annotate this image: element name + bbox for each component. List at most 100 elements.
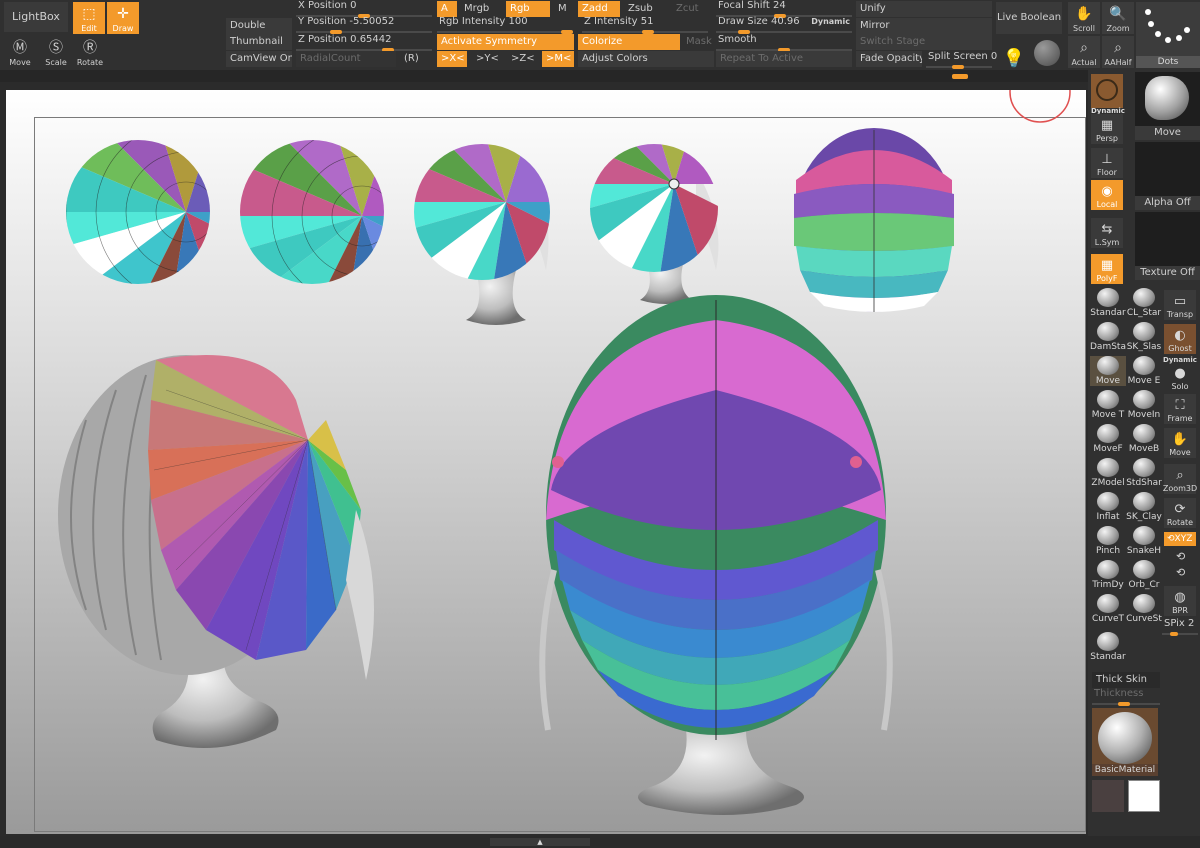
main-color-swatch[interactable]	[1128, 780, 1160, 812]
aahalf-button[interactable]: ⌕ AAHalf	[1102, 36, 1134, 68]
brush-sk-clay[interactable]: SK_Clay	[1126, 492, 1162, 522]
scroll-button[interactable]: ✋ Scroll	[1068, 2, 1100, 34]
xyz-toggle[interactable]: ⟲XYZ	[1164, 532, 1196, 546]
brush-movef[interactable]: MoveF	[1090, 424, 1126, 454]
colorize-button[interactable]: Colorize	[578, 34, 680, 50]
sym-x-button[interactable]: >X<	[437, 51, 467, 67]
polyf-button[interactable]: ▦ PolyF	[1091, 254, 1123, 284]
ghost-button[interactable]: ◐ Ghost	[1164, 324, 1196, 354]
sym-y-button[interactable]: >Y<	[472, 51, 502, 67]
z-intensity-slider[interactable]: Z Intensity 51	[582, 16, 708, 34]
m-button[interactable]: M	[554, 1, 572, 17]
solo-button[interactable]: ● Solo	[1164, 362, 1196, 392]
brush-move-elastic[interactable]: Move E	[1126, 356, 1162, 386]
thumbnail-button[interactable]: Thumbnail	[226, 34, 292, 50]
brush-pinch-label: Pinch	[1095, 546, 1121, 556]
brush-move-topological[interactable]: Move T	[1090, 390, 1126, 420]
brush-damstandard-icon	[1097, 322, 1119, 341]
switch-stage-button[interactable]: Switch Stage	[856, 34, 992, 50]
brush-snakehook[interactable]: SnakeH	[1126, 526, 1162, 556]
move-view-button[interactable]: ✋ Move	[1164, 428, 1196, 458]
rotate-button[interactable]: Ⓡ Rotate	[74, 36, 106, 68]
a-button[interactable]: A	[437, 1, 457, 17]
thickness-slider[interactable]: Thickness	[1092, 688, 1160, 706]
move-button[interactable]: Ⓜ Move	[4, 36, 36, 68]
brush-standard-2[interactable]: Standar	[1090, 632, 1126, 662]
secondary-color-swatch[interactable]	[1092, 780, 1124, 812]
y-position-slider[interactable]: Y Position -5.50052	[296, 16, 432, 34]
rgb-button[interactable]: Rgb	[506, 1, 550, 17]
canvas-viewport[interactable]	[6, 90, 1086, 834]
brush-standard[interactable]: Standar	[1090, 288, 1126, 318]
zcut-button[interactable]: Zcut	[672, 1, 708, 17]
persp-button[interactable]: ▦ Persp	[1091, 114, 1123, 144]
brush-stdsharp[interactable]: StdShar	[1126, 458, 1162, 488]
transp-button[interactable]: ▭ Transp	[1164, 290, 1196, 320]
material-selector[interactable]: BasicMaterial	[1092, 708, 1158, 776]
frame-button[interactable]: ⛶ Frame	[1164, 394, 1196, 424]
sym-z-button[interactable]: >Z<	[507, 51, 537, 67]
lsym-button[interactable]: ⇆ L.Sym	[1091, 218, 1123, 248]
edit-button[interactable]: ⬚ Edit	[73, 2, 105, 34]
zsub-button[interactable]: Zsub	[624, 1, 668, 17]
brush-thumbnail[interactable]: Move	[1135, 72, 1200, 140]
bpr-button[interactable]: ◍ BPR	[1164, 586, 1196, 616]
brush-damstandard[interactable]: DamSta	[1090, 322, 1126, 352]
rgb-intensity-slider[interactable]: Rgb Intensity 100	[437, 16, 573, 34]
zadd-button[interactable]: Zadd	[578, 1, 620, 17]
zoom-button[interactable]: 🔍 Zoom	[1102, 2, 1134, 34]
scale-button[interactable]: Ⓢ Scale	[40, 36, 72, 68]
split-screen-slider[interactable]: Split Screen 0	[926, 51, 997, 69]
z-position-slider[interactable]: Z Position 0.65442	[296, 34, 432, 52]
texture-thumbnail[interactable]: Texture Off	[1135, 212, 1200, 280]
brush-pinch[interactable]: Pinch	[1090, 526, 1126, 556]
rotate-y-icon[interactable]: ⟲	[1176, 550, 1185, 563]
activate-symmetry-button[interactable]: Activate Symmetry	[437, 34, 574, 50]
dynamic-persp-toggle[interactable]	[1091, 74, 1123, 108]
lightbox-button[interactable]: LightBox	[4, 2, 68, 32]
live-boolean-button[interactable]: Live Boolean	[996, 2, 1062, 34]
mask-button[interactable]: Mask	[682, 34, 712, 50]
draw-button[interactable]: ✛ Draw	[107, 2, 139, 34]
brush-sk-slash[interactable]: SK_Slas	[1126, 322, 1162, 352]
zoom3d-button[interactable]: ⌕ Zoom3D	[1163, 464, 1197, 494]
unify-button[interactable]: Unify	[856, 1, 992, 17]
thick-skin-toggle[interactable]: Thick Skin	[1092, 672, 1160, 688]
brush-inflat[interactable]: Inflat	[1090, 492, 1126, 522]
smooth-slider[interactable]: Smooth	[716, 34, 852, 52]
brush-zmodeler[interactable]: ZModel	[1090, 458, 1126, 488]
radial-count-slider[interactable]: RadialCount	[296, 51, 396, 67]
texture-thumbnail-label: Texture Off	[1135, 266, 1200, 280]
fade-opacity-button[interactable]: Fade Opacity	[856, 51, 922, 67]
lightbulb-button[interactable]: 💡	[998, 38, 1030, 70]
brush-orb-cracks[interactable]: Orb_Cr	[1126, 560, 1162, 590]
brush-curvetube[interactable]: CurveT	[1090, 594, 1126, 624]
floor-button[interactable]: ⊥ Floor	[1091, 148, 1123, 178]
local-button[interactable]: ◉ Local	[1091, 180, 1123, 210]
draw-size-slider[interactable]: Draw Size 40.96 Dynamic	[716, 16, 852, 34]
brush-moveb[interactable]: MoveB	[1126, 424, 1162, 454]
mirror-button[interactable]: Mirror	[856, 18, 992, 34]
mrgb-button[interactable]: Mrgb	[460, 1, 502, 17]
bottom-tray-toggle[interactable]: ▲	[490, 838, 590, 846]
radial-r-button[interactable]: (R)	[400, 51, 430, 67]
repeat-to-active-button[interactable]: Repeat To Active	[716, 51, 852, 67]
double-button[interactable]: Double	[226, 18, 292, 34]
rotate-z-icon[interactable]: ⟲	[1176, 566, 1185, 579]
alpha-thumbnail[interactable]: Alpha Off	[1135, 142, 1200, 210]
spix-slider[interactable]: SPix 2	[1162, 618, 1198, 636]
dynamic-size-toggle[interactable]: Dynamic	[811, 17, 850, 26]
brush-trimdynamic[interactable]: TrimDy	[1090, 560, 1126, 590]
adjust-colors-button[interactable]: Adjust Colors	[578, 51, 714, 67]
brush-moveinfinite[interactable]: MoveIn	[1126, 390, 1162, 420]
camview-button[interactable]: CamView On	[226, 51, 292, 67]
rotate-view-button[interactable]: ⟳ Rotate	[1164, 498, 1196, 528]
actual-button[interactable]: ⌕ Actual	[1068, 36, 1100, 68]
actual-label: Actual	[1071, 58, 1097, 67]
brush-move[interactable]: Move	[1090, 356, 1126, 386]
material-sphere-icon[interactable]	[1034, 40, 1060, 66]
brush-clstar[interactable]: CL_Star	[1126, 288, 1162, 318]
stroke-dots-button[interactable]: Dots	[1136, 2, 1200, 68]
brush-curvestrap[interactable]: CurveSt	[1126, 594, 1162, 624]
sym-m-button[interactable]: >M<	[542, 51, 574, 67]
